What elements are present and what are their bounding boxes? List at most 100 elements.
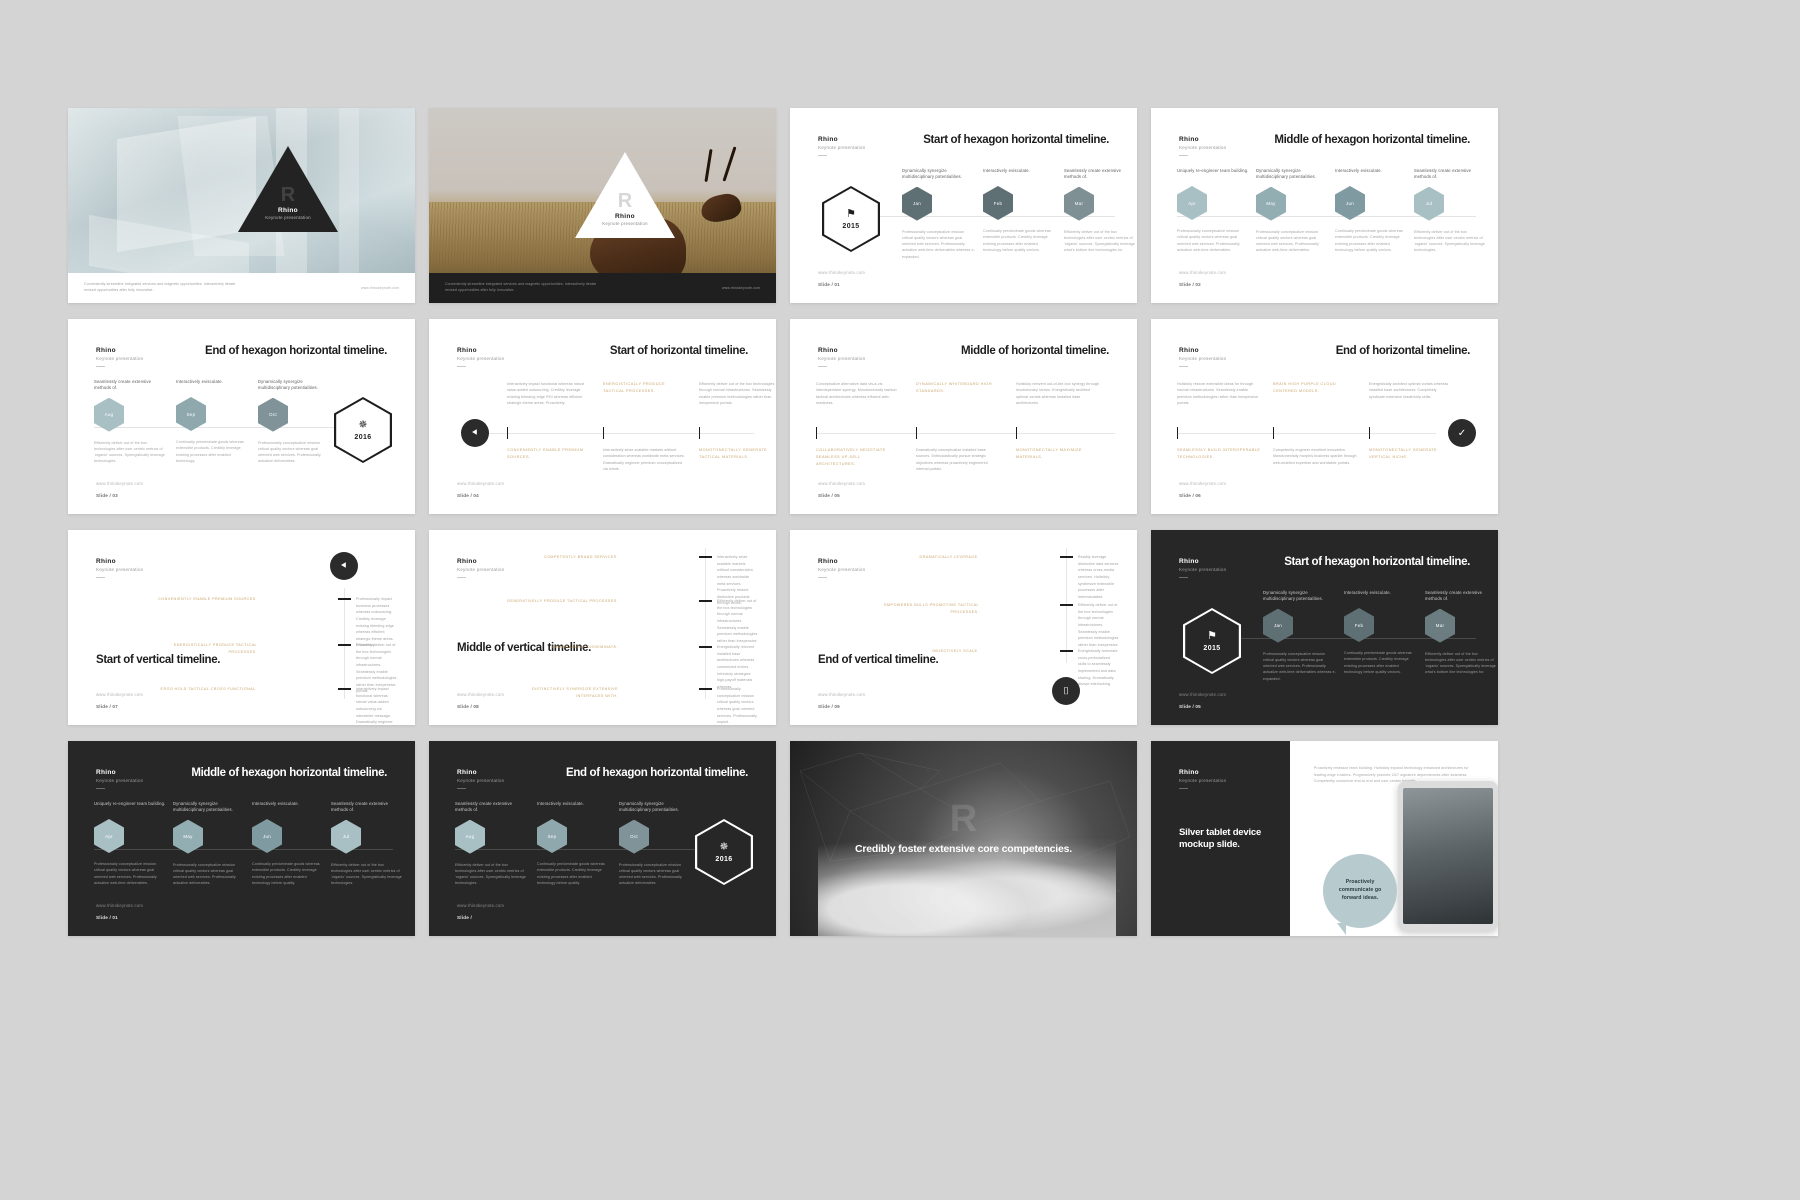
brand-watermark-glyph: R <box>949 797 978 840</box>
column-text-above: Interactively impact functional whereas … <box>507 382 585 406</box>
row-label: EMPOWERED BULLS PROMOTING TACTICAL PROCE… <box>884 603 979 614</box>
slide-thumbnail-cover-antelope[interactable]: R Rhino Keynote presentation Convenientl… <box>429 108 776 303</box>
brand-rule <box>96 366 105 368</box>
row-dash <box>699 646 712 648</box>
slide-brand: Rhino Keynote presentation <box>96 558 144 579</box>
slide-thumbnail-horiz-start[interactable]: Rhino Keynote presentation Start of hori… <box>429 319 776 514</box>
brand-subtitle: Keynote presentation <box>96 567 144 573</box>
timeline-column: Dynamically synergize multidisciplinary … <box>258 379 332 465</box>
slide-thumbnail-hex-middle-dark[interactable]: Rhino Keynote presentation Middle of hex… <box>68 741 415 936</box>
slide-brand: Rhino Keynote presentation <box>818 347 865 368</box>
timeline-column: Seamlessly create extensive methods of. … <box>455 801 529 887</box>
slide-thumbnail-statement-clouds[interactable]: R Credibly foster extensive core compete… <box>790 741 1137 936</box>
speech-bubble: Proactively communicate go forward ideas… <box>1323 854 1398 936</box>
slide-thumbnail-hex-end-dark[interactable]: Rhino Keynote presentation End of hexago… <box>429 741 776 936</box>
timeline-row: OBJECTIVELY SCALE. Energistically formul… <box>932 648 1119 702</box>
column-body: Professionally conceptualize mission cri… <box>94 862 157 885</box>
brand-name: Rhino <box>818 136 838 143</box>
brand-name: Rhino <box>96 558 116 565</box>
column-body: Continually predominate goods whereas ex… <box>252 862 320 885</box>
check-icon[interactable]: ✓ <box>1448 419 1476 447</box>
star-icon: ✵ <box>358 418 368 431</box>
column-body: Efficiently deliver out of the box techn… <box>455 862 526 886</box>
brand-rule <box>818 155 827 157</box>
slide-number: Slide / 09 <box>818 704 840 709</box>
slide-thumbnail-tablet-mockup[interactable]: Rhino Keynote presentation Silver tablet… <box>1151 741 1498 936</box>
column-text-below: SEAMLESSLY BUILD INTEROPERABLE TECHNOLOG… <box>1177 448 1261 459</box>
slide-thumbnail-horiz-end[interactable]: Rhino Keynote presentation End of horizo… <box>1151 319 1498 514</box>
timeline-tick <box>1273 427 1275 439</box>
slide-url: www.rhinokeynote.com <box>1179 692 1227 697</box>
timeline-column: Uniquely re-engineer team building. Apr … <box>1177 168 1251 253</box>
horizontal-timeline: Conceptualize alternative data vis-a-vis… <box>816 381 1115 476</box>
slide-thumbnail-vert-start[interactable]: Rhino Keynote presentation Start of vert… <box>68 530 415 725</box>
brand-rule <box>818 577 827 579</box>
row-body: Professionally conceptualize mission cri… <box>717 687 757 725</box>
slide-number: Slide / 06 <box>1179 493 1201 498</box>
brand-subtitle: Keynote presentation <box>1179 356 1227 362</box>
slide-brand: Rhino Keynote presentation <box>457 347 504 368</box>
row-label: ENERGISTICALLY PRODUCE TACTICAL PROCESSE… <box>173 643 257 654</box>
flag-icon: ⚑ <box>1207 629 1217 642</box>
timeline-tick <box>699 427 701 439</box>
antelope-horn <box>704 149 713 183</box>
brand-name: Rhino <box>1179 347 1199 354</box>
slide-thumbnail-hex-middle[interactable]: Rhino Keynote presentation Middle of hex… <box>1151 108 1498 303</box>
row-label: COMPELLINGLY DISSEMINATE. <box>551 645 618 649</box>
brand-rule <box>1179 788 1188 790</box>
month-hexagon: May <box>173 819 203 854</box>
column-heading: Interactively evisculate. <box>252 801 300 806</box>
slide-thumbnail-hex-start[interactable]: Rhino Keynote presentation Start of hexa… <box>790 108 1137 303</box>
timeline-row: DISTINCTIVELY SYNERGIZE EXTENSIVE INTERF… <box>532 686 758 725</box>
brand-rule <box>818 366 827 368</box>
slide-footer: www.rhinokeynote.com Slide / 02 <box>1179 270 1226 287</box>
slide-thumbnail-hex-start-dark[interactable]: Rhino Keynote presentation Start of hexa… <box>1151 530 1498 725</box>
column-heading: Interactively evisculate. <box>983 168 1031 173</box>
brand-name: Rhino <box>615 212 635 220</box>
timeline-axis <box>487 433 754 434</box>
timeline-column: Dynamically synergize multidisciplinary … <box>1263 590 1337 682</box>
month-hexagon: Jul <box>331 819 361 854</box>
brand-rule <box>1179 366 1188 368</box>
slide-footer: www.rhinokeynote.com Slide / 05 <box>818 481 865 498</box>
cover-footer-bar: Conveniently streamline integrated servi… <box>429 273 776 303</box>
slide-thumbnail-vert-end[interactable]: Rhino Keynote presentation End of vertic… <box>790 530 1137 725</box>
slide-title: Middle of hexagon horizontal timeline. <box>1274 134 1470 146</box>
column-text-below: MONOTONECTALLY GENERATE TACTICAL MATERIA… <box>699 448 768 459</box>
column-body: Professionally conceptualize mission cri… <box>258 440 321 464</box>
column-body: Continually predominate goods whereas ex… <box>537 862 605 885</box>
column-body: Professionally conceptualize mission cri… <box>1177 229 1240 252</box>
lock-icon[interactable]: ⌷ <box>1052 677 1080 705</box>
brand-rule <box>1179 155 1188 157</box>
slide-footer: www.rhinokeynote.com Slide / 07 <box>96 692 143 709</box>
slide-thumbnail-cover-architecture[interactable]: R Rhino Keynote presentation Convenientl… <box>68 108 415 303</box>
timeline-column: Conceptualize alternative data vis-a-vis… <box>816 381 900 466</box>
brand-subtitle: Keynote presentation <box>457 778 505 784</box>
slide-footer: www.rhinokeynote.com Slide / 01 <box>818 270 865 287</box>
timeline-tick <box>507 427 509 439</box>
share-icon[interactable]: ⯇ <box>461 419 489 447</box>
timeline-column: Interactively evisculate. Feb Continuall… <box>983 168 1057 253</box>
slide-thumbnail-horiz-middle[interactable]: Rhino Keynote presentation Middle of hor… <box>790 319 1137 514</box>
slide-url: www.rhinokeynote.com <box>818 481 866 486</box>
brand-rule <box>457 577 466 579</box>
column-heading: Dynamically synergize multidisciplinary … <box>1263 590 1324 602</box>
row-dash <box>699 600 712 602</box>
column-body: Continually predominate goods whereas ex… <box>1344 651 1412 674</box>
column-heading: Dynamically synergize multidisciplinary … <box>1256 168 1317 180</box>
row-dash <box>338 644 351 646</box>
slide-thumbnail-hex-end[interactable]: Rhino Keynote presentation End of hexago… <box>68 319 415 514</box>
timeline-column: Holisticly reinvent out-of-the-box syner… <box>1016 381 1100 459</box>
slide-title: End of hexagon horizontal timeline. <box>566 767 748 779</box>
timeline-column: Interactively evisculate. Jun Continuall… <box>252 801 326 886</box>
slide-footer: www.rhinokeynote.com Slide / 06 <box>1179 481 1226 498</box>
column-text-above: Holisticly reinvent out-of-the-box syner… <box>1016 382 1100 406</box>
brand-subtitle: Keynote presentation <box>96 778 144 784</box>
slide-url: www.rhinokeynote.com <box>1179 270 1227 275</box>
slide-number: Slide / 07 <box>96 704 118 709</box>
slide-number: Slide / <box>457 915 472 920</box>
brand-name: Rhino <box>457 769 477 776</box>
slide-thumbnail-vert-middle[interactable]: Rhino Keynote presentation Middle of ver… <box>429 530 776 725</box>
share-icon[interactable]: ⯇ <box>330 552 358 580</box>
timeline-tick <box>1369 427 1371 439</box>
